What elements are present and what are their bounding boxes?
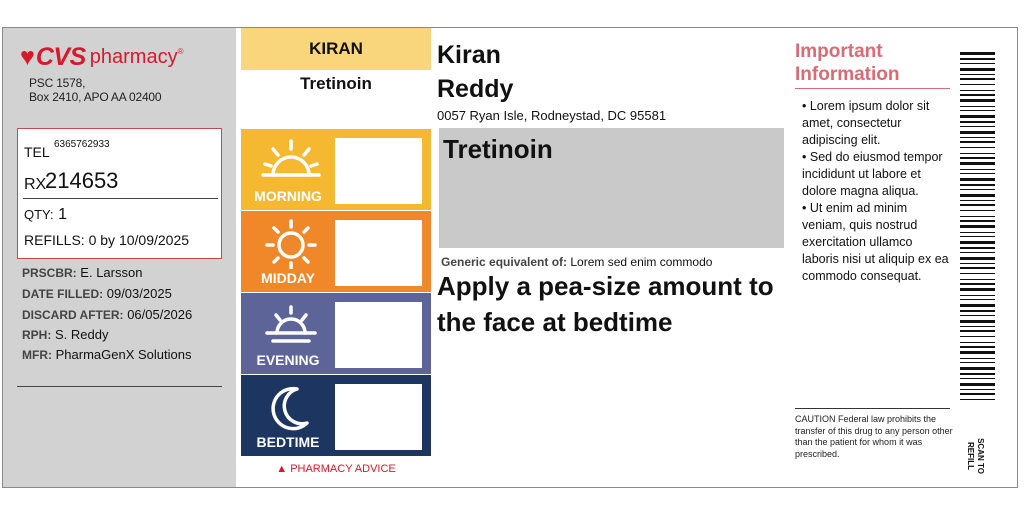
schedule-evening: EVENING [241, 293, 431, 374]
prescriber: PRSCBR: E. Larsson [22, 265, 143, 280]
sun-icon [265, 219, 317, 269]
rx-label: RX [24, 176, 47, 193]
evening-dose-box [335, 302, 422, 368]
schedule-morning: MORNING [241, 129, 431, 210]
moon-icon [271, 386, 309, 431]
patient-name: Kiran Reddy [437, 41, 514, 103]
barcode[interactable] [960, 52, 995, 404]
manufacturer: MFR: PharmaGenX Solutions [22, 347, 192, 362]
date-filled: DATE FILLED: 09/03/2025 [22, 286, 172, 301]
caution-text: CAUTION Federal law prohibits the transf… [795, 414, 953, 459]
generic-equivalent: Generic equivalent of: Lorem sed enim co… [441, 255, 713, 269]
pharmacist: RPH: S. Reddy [22, 327, 109, 342]
important-information-title: Important Information [795, 40, 950, 89]
drug-name: Tretinoin [443, 134, 553, 164]
important-information-list: • Lorem ipsum dolor sit amet, consectetu… [802, 98, 952, 285]
rx-number: 214653 [45, 168, 119, 193]
midday-dose-box [335, 220, 422, 286]
patient-first-name-band: KIRAN [241, 28, 431, 70]
quantity: QTY: 1 [24, 206, 67, 223]
sunset-icon [265, 305, 317, 343]
scan-to-refill: SCAN TO REFILL [966, 438, 985, 474]
list-item: • Lorem ipsum dolor sit amet, consectetu… [802, 99, 930, 147]
pharmacy-advice: ▲ PHARMACY ADVICE [276, 463, 396, 475]
drug-box: Tretinoin [439, 128, 784, 248]
cvs-pharmacy-logo: ♥ CVS pharmacy ® [20, 42, 184, 71]
bedtime-dose-box [335, 384, 422, 450]
divider [23, 198, 218, 199]
patient-address: 0057 Ryan Isle, Rodneystad, DC 95581 [437, 108, 667, 123]
tel-label: TEL [24, 144, 50, 160]
discard-after: DISCARD AFTER: 06/05/2026 [22, 307, 193, 322]
sunrise-icon [261, 139, 321, 177]
schedule-bedtime: BEDTIME [241, 375, 431, 456]
store-address: PSC 1578, Box 2410, APO AA 02400 [29, 76, 162, 104]
morning-dose-box [335, 138, 422, 204]
rx-box: TEL 6365762933 RX 214653 QTY: 1 REFILLS:… [17, 128, 222, 259]
schedule-midday: MIDDAY [241, 211, 431, 292]
list-item: • Ut enim ad minim veniam, quis nostrud … [802, 201, 949, 283]
directions: Apply a pea-size amount to the face at b… [437, 271, 774, 337]
drug-name-small: Tretinoin [300, 74, 372, 93]
refills: REFILLS: 0 by 10/09/2025 [24, 232, 190, 248]
divider [795, 408, 950, 409]
divider [17, 386, 222, 387]
tel-number: 6365762933 [54, 139, 110, 150]
heart-icon: ♥ [20, 43, 35, 71]
list-item: • Sed do eiusmod tempor incididunt ut la… [802, 150, 943, 198]
